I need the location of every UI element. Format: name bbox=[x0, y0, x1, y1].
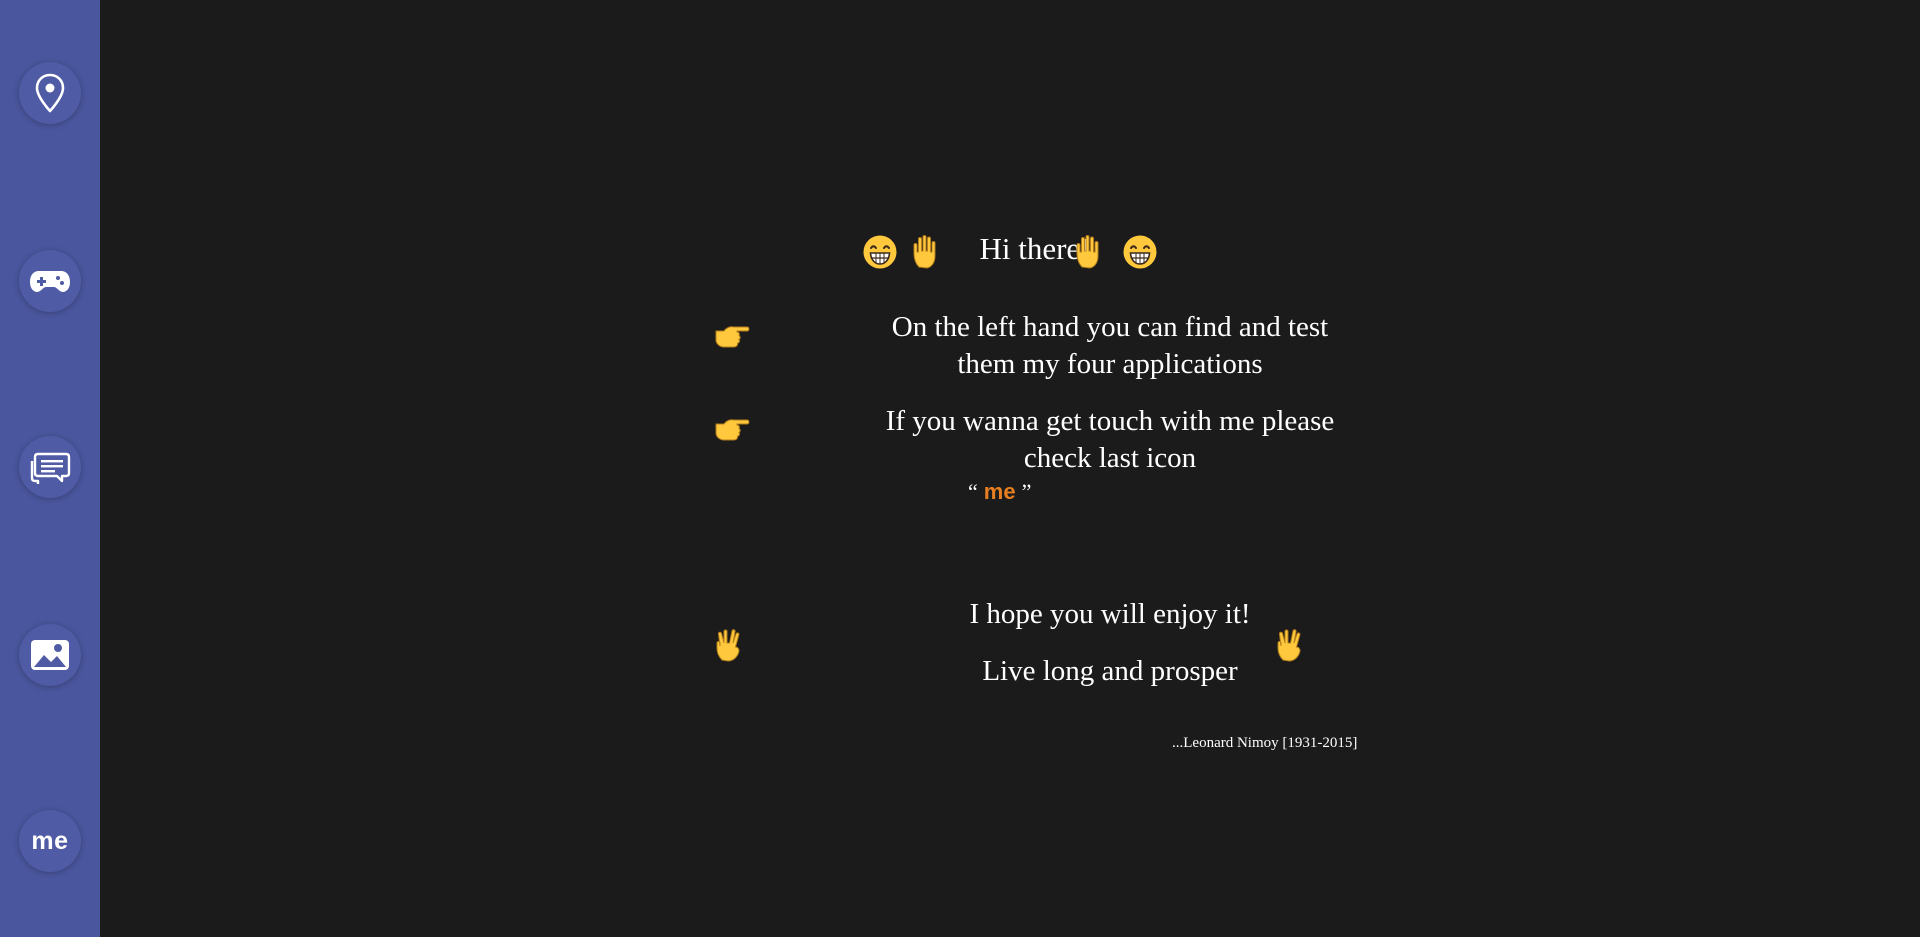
image-icon bbox=[31, 640, 69, 670]
info-text-1a: On the left hand you can find and test bbox=[891, 311, 1329, 343]
me-text-icon: me bbox=[31, 826, 69, 855]
nav-chat-button[interactable] bbox=[19, 436, 81, 498]
grinning-face-icon bbox=[863, 235, 897, 269]
prosper-text: Live long and prosper bbox=[982, 655, 1238, 687]
nav-games-button[interactable] bbox=[19, 250, 81, 312]
close-quote: ” bbox=[1021, 479, 1032, 504]
vulcan-salute-icon bbox=[1277, 629, 1301, 662]
nav-location-button[interactable] bbox=[19, 62, 81, 124]
quote-signature: ...Leonard Nimoy [1931-2015] bbox=[1172, 735, 1358, 751]
me-hint: “me” bbox=[968, 479, 1031, 505]
pointing-right-hand-icon bbox=[715, 326, 750, 348]
me-hint-word: me bbox=[983, 479, 1016, 504]
raised-hand-icon bbox=[1076, 235, 1099, 269]
nav-me-button[interactable]: me bbox=[19, 810, 81, 872]
sidebar: me bbox=[0, 0, 100, 937]
info-text-2a: If you wanna get touch with me please bbox=[885, 405, 1335, 437]
enjoy-text: I hope you will enjoy it! bbox=[969, 598, 1251, 630]
grinning-face-icon bbox=[1123, 235, 1157, 269]
map-pin-icon bbox=[35, 73, 65, 113]
gamepad-icon bbox=[30, 271, 70, 292]
nav-gallery-button[interactable] bbox=[19, 624, 81, 686]
pointing-right-hand-icon bbox=[715, 419, 750, 441]
info-text-1b: them my four applications bbox=[957, 348, 1263, 380]
vulcan-salute-icon bbox=[716, 629, 740, 662]
raised-hand-icon bbox=[913, 235, 936, 269]
open-quote: “ bbox=[968, 479, 978, 504]
chat-bubbles-icon bbox=[30, 452, 71, 484]
info-text-2b: check last icon bbox=[1023, 442, 1197, 474]
main-content: Hi there! On the left hand you can find … bbox=[100, 0, 1920, 937]
